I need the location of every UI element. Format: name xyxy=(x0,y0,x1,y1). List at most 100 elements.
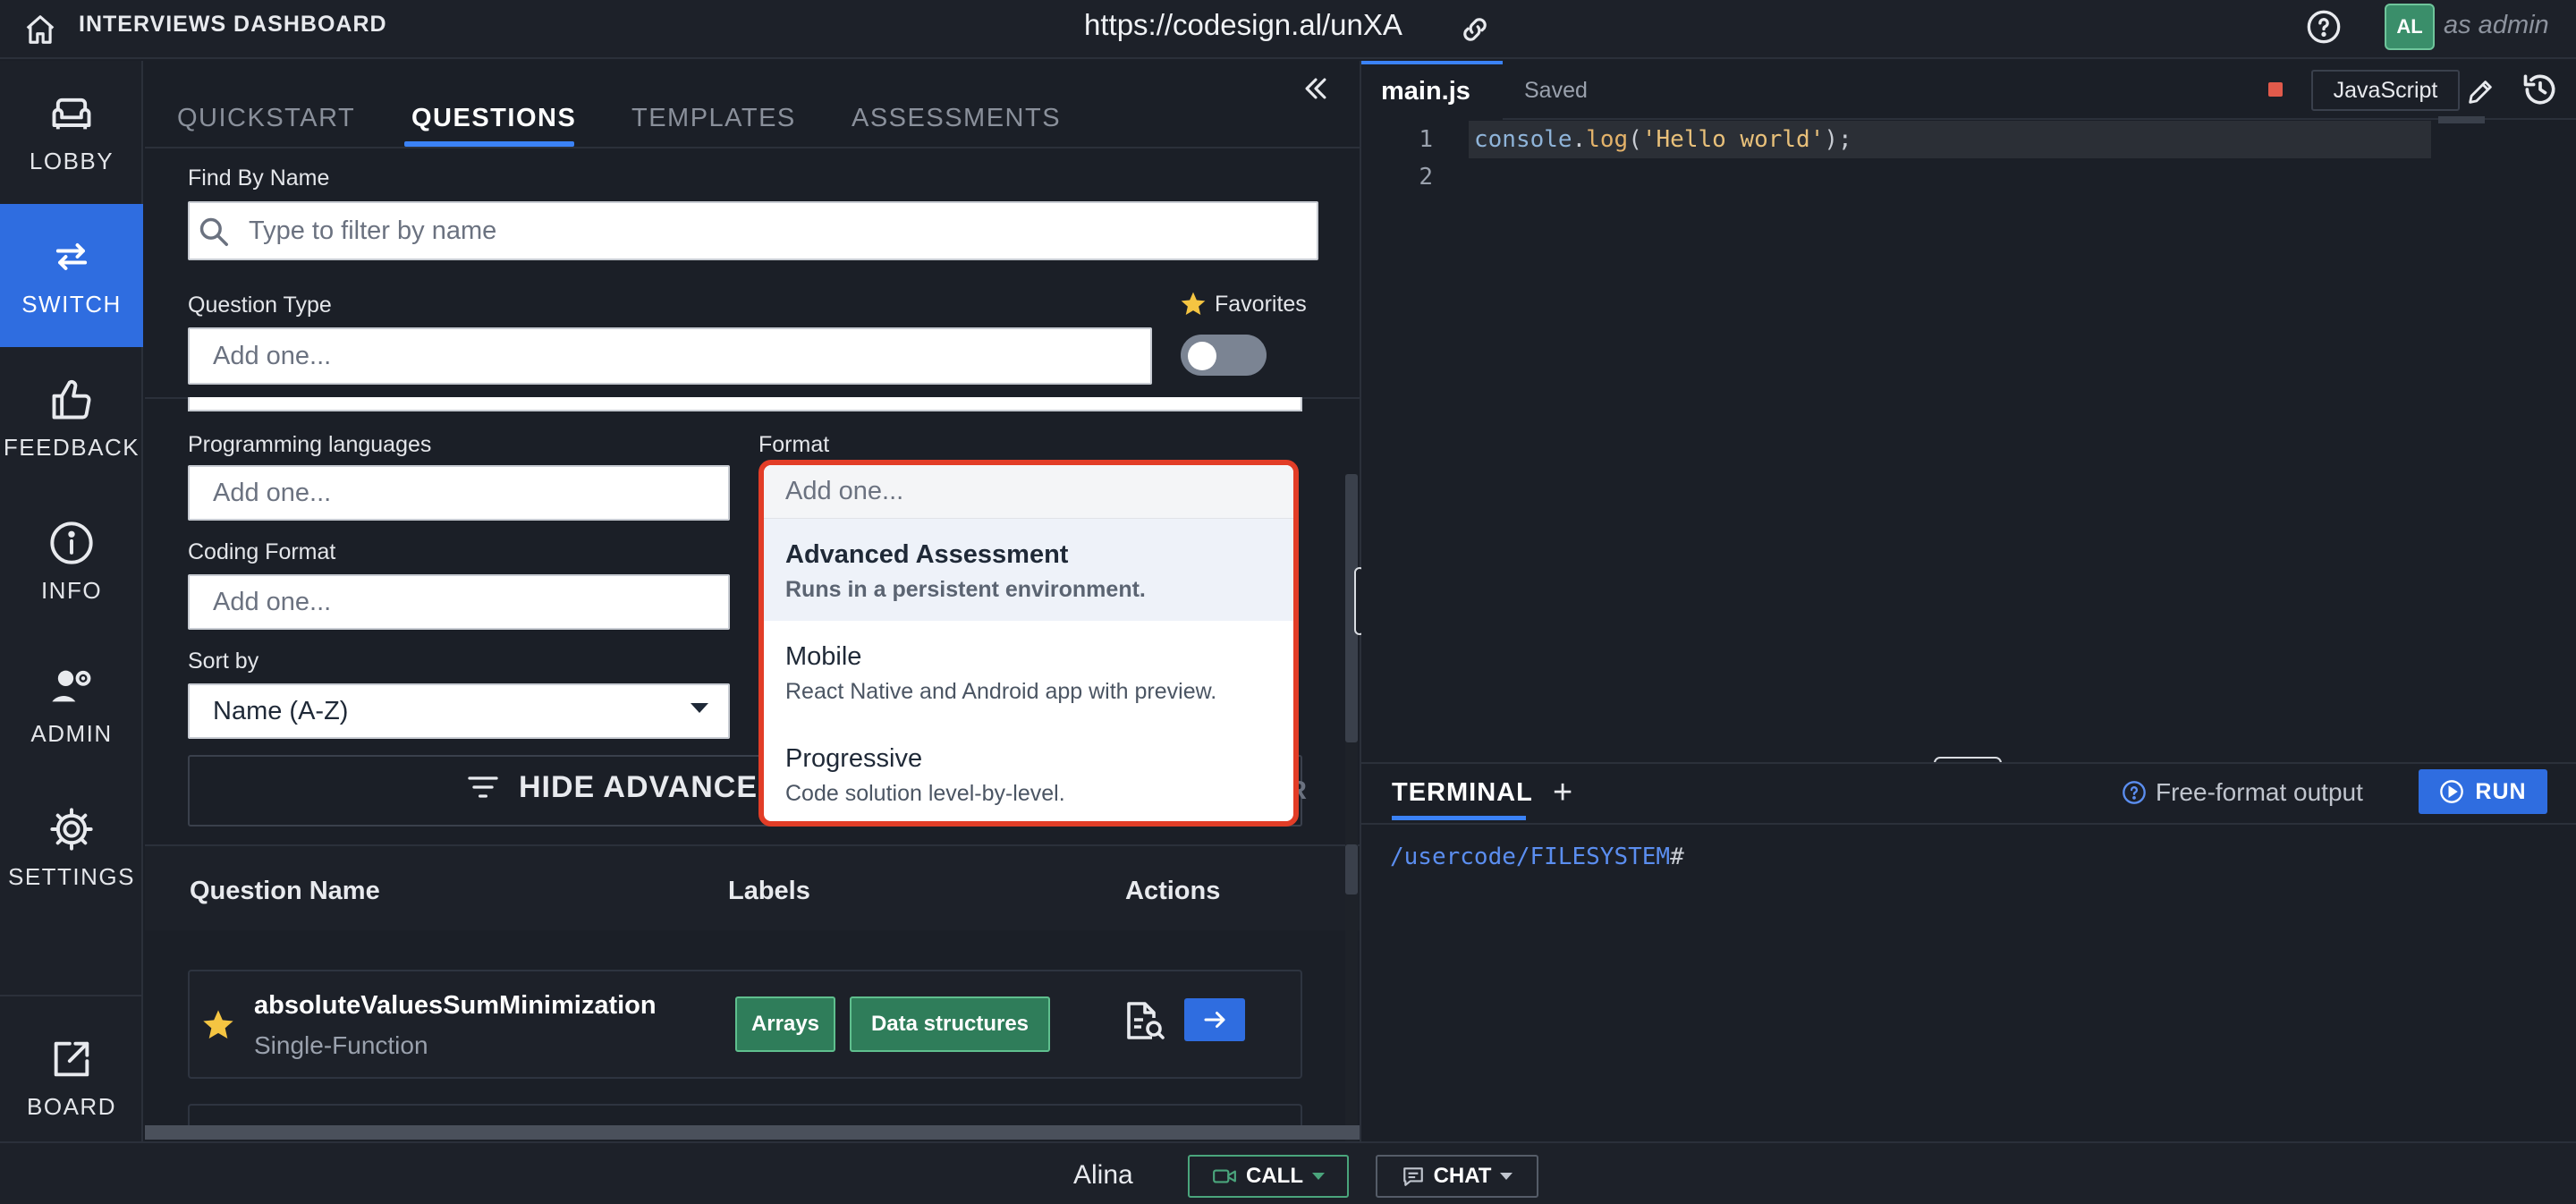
external-link-icon xyxy=(54,1041,89,1076)
participant-name: Alina xyxy=(1073,1160,1133,1190)
switch-arrows-icon xyxy=(55,242,88,270)
nav-item-settings[interactable]: SETTINGS xyxy=(0,776,143,920)
nav-label-admin: ADMIN xyxy=(30,719,113,747)
tab-assessments[interactable]: ASSESSMENTS xyxy=(852,102,1061,134)
star-icon xyxy=(1181,292,1206,315)
chat-button[interactable]: CHAT xyxy=(1376,1155,1538,1198)
avatar[interactable]: AL xyxy=(2385,4,2435,50)
chevron-down-icon xyxy=(1500,1173,1513,1180)
col-labels: Labels xyxy=(728,877,810,905)
language-select[interactable]: JavaScript xyxy=(2311,70,2460,111)
coding-format-input[interactable]: Add one... xyxy=(188,574,730,630)
code-token-function: log xyxy=(1586,126,1629,153)
sort-by-select[interactable]: Name (A-Z) xyxy=(188,683,730,739)
code-token-close: ); xyxy=(1824,126,1852,153)
nav-item-switch[interactable]: SWITCH xyxy=(0,204,143,347)
nav-label-lobby: LOBBY xyxy=(29,147,114,174)
call-button[interactable]: CALL xyxy=(1188,1155,1349,1198)
question-type-input[interactable]: Add one... xyxy=(188,327,1152,385)
line-number: 1 xyxy=(1419,126,1433,153)
code-line[interactable]: console.log('Hello world'); xyxy=(1474,121,1852,158)
info-icon xyxy=(50,521,93,564)
session-url[interactable]: https://codesign.al/unXA xyxy=(1084,7,1402,43)
preview-document-icon[interactable] xyxy=(1123,998,1166,1045)
tab-templates[interactable]: TEMPLATES xyxy=(631,102,796,134)
code-token-object: console xyxy=(1474,126,1572,153)
option-description: React Native and Android app with previe… xyxy=(785,679,1217,704)
pencil-icon[interactable] xyxy=(2465,77,2496,107)
tab-questions[interactable]: QUESTIONS xyxy=(411,102,576,134)
format-option-mobile[interactable]: Mobile React Native and Android app with… xyxy=(764,621,1293,723)
user-gear-icon xyxy=(52,670,91,701)
coding-format-label: Coding Format xyxy=(188,539,336,564)
code-editor xyxy=(1361,61,2576,760)
programming-languages-label: Programming languages xyxy=(188,432,432,457)
home-icon[interactable] xyxy=(23,13,57,47)
nav-label-board: BOARD xyxy=(27,1092,116,1120)
option-description: Runs in a persistent environment. xyxy=(785,577,1146,602)
option-title: Progressive xyxy=(785,744,923,773)
save-status: Saved xyxy=(1524,78,1588,103)
favorites-toggle-knob xyxy=(1188,342,1216,370)
nav-item-board[interactable]: BOARD xyxy=(0,1011,143,1145)
tab-quickstart[interactable]: QUICKSTART xyxy=(177,102,355,134)
nav-label-info: INFO xyxy=(40,576,103,604)
chat-label: CHAT xyxy=(1433,1164,1492,1188)
collapse-panel-icon[interactable] xyxy=(1301,73,1331,104)
search-input[interactable]: Type to filter by name xyxy=(188,201,1318,260)
option-description: Code solution level-by-level. xyxy=(785,781,1065,806)
code-token-paren: ( xyxy=(1628,126,1642,153)
minimap[interactable] xyxy=(2438,116,2485,123)
programming-languages-input[interactable]: Add one... xyxy=(188,465,730,521)
table-scrollbar-thumb[interactable] xyxy=(1345,844,1358,895)
left-nav: LOBBY SWITCH FEEDBACK INFO ADMIN SETTING… xyxy=(0,61,143,1204)
prompt-symbol: # xyxy=(1670,844,1684,870)
question-name[interactable]: absoluteValuesSumMinimization xyxy=(254,989,657,1022)
tabs-divider xyxy=(145,147,1360,148)
format-option-advanced-assessment[interactable]: Advanced Assessment Runs in a persistent… xyxy=(764,519,1293,621)
format-option-progressive[interactable]: Progressive Code solution level-by-level… xyxy=(764,723,1293,821)
question-type-label: Question Type xyxy=(188,293,332,318)
nav-item-admin[interactable]: ADMIN xyxy=(0,633,143,776)
chat-bubble-icon xyxy=(1402,1167,1423,1186)
couch-icon xyxy=(52,98,91,129)
search-icon xyxy=(199,217,228,246)
find-by-name-label: Find By Name xyxy=(188,165,330,191)
sort-by-label: Sort by xyxy=(188,649,259,674)
col-question-name: Question Name xyxy=(190,877,380,905)
nav-label-feedback: FEEDBACK xyxy=(3,433,140,461)
role-label: as admin xyxy=(2444,11,2549,39)
history-icon[interactable] xyxy=(2521,70,2560,109)
label-tag: Data structures xyxy=(850,996,1050,1052)
add-terminal-button[interactable]: + xyxy=(1553,776,1572,810)
label-tag: Arrays xyxy=(735,996,835,1052)
editor-tabbar-divider xyxy=(1503,118,2576,120)
tab-terminal[interactable]: TERMINAL xyxy=(1392,776,1533,809)
filter-icon xyxy=(468,776,498,798)
help-icon[interactable] xyxy=(2306,9,2342,45)
open-question-button[interactable] xyxy=(1184,998,1245,1041)
nav-item-feedback[interactable]: FEEDBACK xyxy=(0,347,143,490)
nav-label-switch: SWITCH xyxy=(21,290,122,318)
terminal-prompt[interactable]: /usercode/FILESYSTEM# xyxy=(1390,841,1684,873)
nav-divider xyxy=(0,995,143,996)
question-type: Single-Function xyxy=(254,1031,428,1059)
nav-item-info[interactable]: INFO xyxy=(0,490,143,633)
option-title: Mobile xyxy=(785,642,862,671)
horizontal-scrollbar[interactable] xyxy=(145,1125,1360,1140)
thumbs-up-icon xyxy=(52,379,91,419)
file-name[interactable]: main.js xyxy=(1381,75,1470,107)
col-actions: Actions xyxy=(1125,877,1221,905)
terminal-divider xyxy=(1361,823,2576,825)
sort-caret-icon xyxy=(691,703,708,713)
format-input[interactable]: Add one... xyxy=(764,465,1293,519)
run-button[interactable]: RUN xyxy=(2419,769,2547,814)
question-circle-icon[interactable] xyxy=(2122,780,2147,805)
gear-icon xyxy=(50,807,93,851)
favorites-label: Favorites xyxy=(1215,292,1307,317)
favorite-star-icon[interactable] xyxy=(200,1007,236,1043)
link-icon[interactable] xyxy=(1458,13,1492,47)
favorites-label-group: Favorites xyxy=(1179,290,1307,318)
play-icon xyxy=(2440,780,2464,803)
nav-item-lobby[interactable]: LOBBY xyxy=(0,61,143,204)
